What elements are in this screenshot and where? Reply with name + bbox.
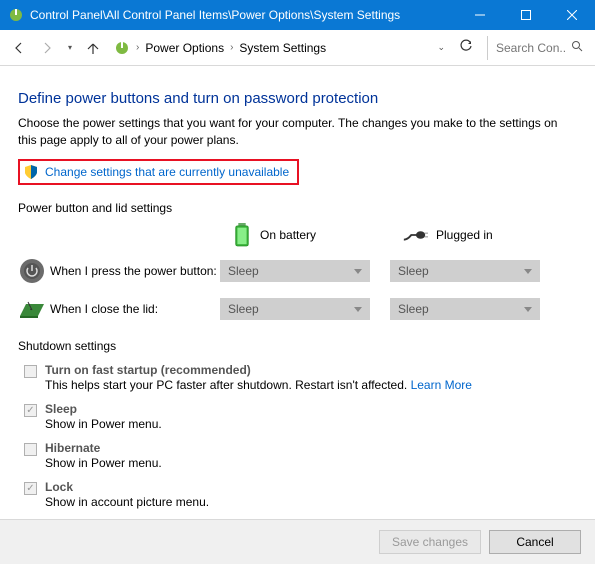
- col-on-battery: On battery: [220, 223, 390, 247]
- history-dropdown[interactable]: ⌄: [437, 42, 445, 53]
- refresh-button[interactable]: [455, 39, 477, 56]
- navigation-bar: ▾ › Power Options › System Settings ⌄: [0, 30, 595, 66]
- section-power-button-lid: Power button and lid settings: [18, 201, 577, 215]
- cancel-button[interactable]: Cancel: [489, 530, 581, 554]
- sleep-label: Sleep: [45, 402, 77, 416]
- lid-icon: [18, 295, 46, 323]
- learn-more-link[interactable]: Learn More: [411, 378, 472, 392]
- titlebar: Control Panel\All Control Panel Items\Po…: [0, 0, 595, 30]
- page-heading: Define power buttons and turn on passwor…: [18, 90, 577, 107]
- page-description: Choose the power settings that you want …: [18, 115, 577, 149]
- up-button[interactable]: [86, 41, 100, 55]
- save-changes-button[interactable]: Save changes: [379, 530, 481, 554]
- hibernate-checkbox[interactable]: [24, 443, 37, 456]
- uac-shield-icon: [23, 164, 39, 180]
- row-lid-label: When I close the lid:: [50, 302, 220, 316]
- back-button[interactable]: [12, 41, 26, 55]
- fast-startup-checkbox[interactable]: [24, 365, 37, 378]
- maximize-button[interactable]: [503, 0, 549, 30]
- footer-bar: Save changes Cancel: [0, 519, 595, 564]
- power-options-icon: [8, 7, 24, 23]
- window-title: Control Panel\All Control Panel Items\Po…: [30, 8, 457, 22]
- power-options-icon: [114, 40, 130, 56]
- minimize-button[interactable]: [457, 0, 503, 30]
- recent-dropdown[interactable]: ▾: [68, 43, 72, 52]
- sleep-checkbox[interactable]: ✓: [24, 404, 37, 417]
- lid-plugged-select[interactable]: Sleep: [390, 298, 540, 320]
- search-icon: [571, 40, 583, 55]
- close-button[interactable]: [549, 0, 595, 30]
- lock-checkbox[interactable]: ✓: [24, 482, 37, 495]
- plug-icon: [402, 228, 428, 242]
- battery-icon: [232, 223, 252, 247]
- col-plugged-in: Plugged in: [390, 228, 560, 242]
- row-power-button-label: When I press the power button:: [50, 264, 220, 278]
- section-shutdown-settings: Shutdown settings: [18, 339, 577, 353]
- lid-battery-select[interactable]: Sleep: [220, 298, 370, 320]
- crumb-power-options[interactable]: Power Options: [145, 41, 224, 55]
- power-button-lid-grid: On battery Plugged in When I press the p…: [18, 223, 577, 323]
- breadcrumb[interactable]: › Power Options › System Settings: [114, 40, 427, 56]
- lock-label: Lock: [45, 480, 73, 494]
- power-button-icon: [18, 257, 46, 285]
- forward-button[interactable]: [40, 41, 54, 55]
- hibernate-label: Hibernate: [45, 441, 100, 455]
- chevron-right-icon: ›: [230, 42, 233, 53]
- fast-startup-label: Turn on fast startup (recommended): [45, 363, 251, 377]
- power-button-battery-select[interactable]: Sleep: [220, 260, 370, 282]
- crumb-system-settings[interactable]: System Settings: [239, 41, 326, 55]
- chevron-right-icon: ›: [136, 42, 139, 53]
- content-area: Define power buttons and turn on passwor…: [0, 66, 595, 519]
- change-settings-link[interactable]: Change settings that are currently unava…: [45, 165, 289, 179]
- power-button-plugged-select[interactable]: Sleep: [390, 260, 540, 282]
- change-settings-highlight: Change settings that are currently unava…: [18, 159, 299, 185]
- window-controls: [457, 0, 595, 30]
